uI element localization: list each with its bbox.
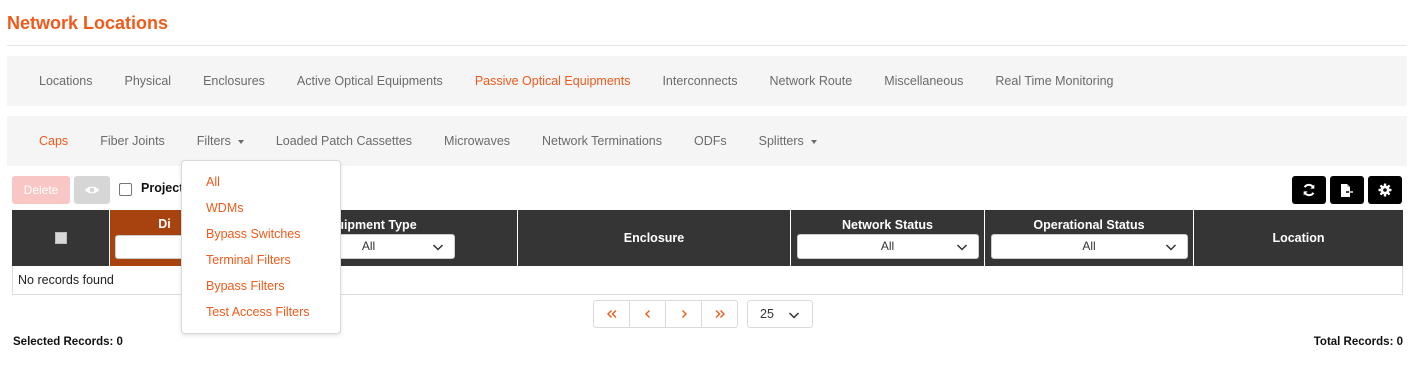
sub-nav-network-terminations[interactable]: Network Terminations [526,134,678,148]
main-nav-physical[interactable]: Physical [109,74,188,88]
selected-records-count: Selected Records: 0 [13,336,123,348]
filters-dropdown-menu: All WDMs Bypass Switches Terminal Filter… [181,160,341,334]
chevron-down-icon [788,312,800,319]
select-value: All [361,239,376,253]
chevron-down-icon [956,243,967,251]
project-checkbox[interactable] [119,183,132,196]
filters-menu-item-bypass-switches[interactable]: Bypass Switches [182,221,340,247]
header-label: Network Status [842,217,933,232]
sub-nav-filters-label: Filters [196,134,231,148]
sub-nav-splitters-label: Splitters [758,134,804,148]
header-cell-location[interactable]: Location [1194,210,1403,266]
header-cell-enclosure[interactable]: Enclosure [518,210,791,266]
main-nav-enclosures[interactable]: Enclosures [187,74,281,88]
page-title: Network Locations [7,13,169,33]
header-cell-operational-status[interactable]: Operational Status All [985,210,1194,266]
main-nav: Locations Physical Enclosures Active Opt… [7,56,1407,106]
filters-menu-item-wdms[interactable]: WDMs [182,195,340,221]
first-page-button[interactable] [593,300,630,328]
settings-button[interactable] [1368,176,1402,204]
double-chevron-right-icon [715,310,725,318]
sub-nav: Caps Fiber Joints Filters Loaded Patch C… [7,116,1407,166]
export-button[interactable] [1330,176,1364,204]
header-label: Operational Status [1033,217,1145,232]
page-size-select[interactable]: 25 [747,300,813,328]
refresh-button[interactable] [1292,176,1326,204]
header-label: Location [1272,231,1325,245]
operational-status-filter-select[interactable]: All [990,233,1188,259]
page-size-value: 25 [760,307,774,321]
total-records-count: Total Records: 0 [1313,336,1403,348]
main-nav-network-route[interactable]: Network Route [754,74,869,88]
caret-down-icon [810,139,817,144]
header-label: Di [158,217,171,231]
double-chevron-left-icon [606,310,616,318]
header-cell-network-status[interactable]: Network Status All [791,210,985,266]
chevron-right-icon [681,310,687,318]
caret-down-icon [237,139,244,144]
sub-nav-fiber-joints[interactable]: Fiber Joints [84,134,181,148]
filters-menu-item-test-access-filters[interactable]: Test Access Filters [182,299,340,325]
header-select-all-cell [12,210,110,266]
sub-nav-splitters[interactable]: Splitters [743,134,833,148]
refresh-icon [1303,183,1315,197]
filters-menu-item-all[interactable]: All [182,169,340,195]
select-value: All [1082,239,1096,253]
header-label: Enclosure [623,231,685,245]
main-nav-real-time-monitoring[interactable]: Real Time Monitoring [979,74,1129,88]
delete-button[interactable]: Delete [12,176,70,204]
prev-page-button[interactable] [629,300,666,328]
select-value: All [880,239,895,253]
sub-nav-loaded-patch-cassettes[interactable]: Loaded Patch Cassettes [260,134,428,148]
sub-nav-filters[interactable]: Filters [181,134,260,148]
network-status-filter-select[interactable]: All [796,233,979,259]
chevron-left-icon [644,310,650,318]
select-all-checkbox[interactable] [54,232,67,244]
chevron-down-icon [432,243,443,251]
view-button[interactable] [74,176,110,204]
main-nav-passive-optical[interactable]: Passive Optical Equipments [459,74,647,88]
filters-menu-item-terminal-filters[interactable]: Terminal Filters [182,247,340,273]
next-page-button[interactable] [665,300,702,328]
filters-menu-item-bypass-filters[interactable]: Bypass Filters [182,273,340,299]
sub-nav-caps[interactable]: Caps [23,134,84,148]
chevron-down-icon [1165,243,1176,251]
main-nav-miscellaneous[interactable]: Miscellaneous [868,74,979,88]
last-page-button[interactable] [701,300,738,328]
sub-nav-odfs[interactable]: ODFs [678,134,743,148]
pagination [593,300,738,328]
title-divider [7,45,1407,46]
export-icon [1341,183,1354,197]
sub-nav-microwaves[interactable]: Microwaves [428,134,526,148]
gear-icon [1378,183,1392,197]
project-label: Project [141,181,184,195]
main-nav-locations[interactable]: Locations [23,74,109,88]
main-nav-interconnects[interactable]: Interconnects [646,74,753,88]
eye-icon [85,186,99,194]
main-nav-active-optical[interactable]: Active Optical Equipments [281,74,459,88]
